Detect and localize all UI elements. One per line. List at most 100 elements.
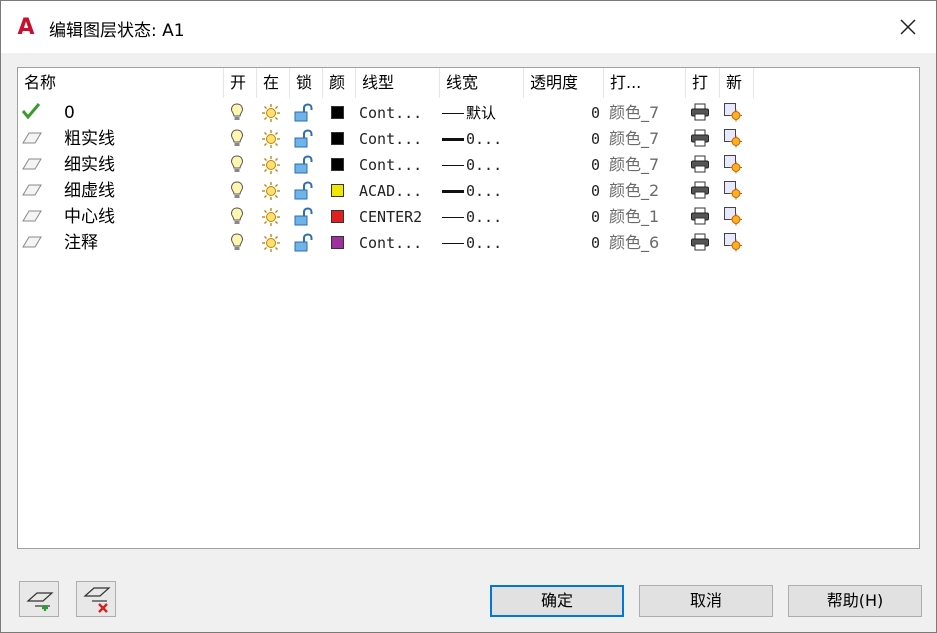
transparency-value[interactable]: 0	[578, 100, 600, 126]
color-swatch[interactable]	[331, 210, 344, 223]
lineweight-value: 0...	[466, 156, 503, 174]
sun-thaw-icon[interactable]	[261, 233, 281, 259]
layer-name[interactable]: 粗实线	[64, 126, 115, 152]
cancel-button[interactable]: 取消	[639, 585, 773, 617]
lightbulb-on-icon[interactable]	[230, 102, 244, 128]
linetype-value[interactable]: Cont...	[359, 152, 422, 178]
plot-style-value[interactable]: 颜色_1	[609, 204, 659, 230]
column-header-lock[interactable]: 锁	[290, 68, 323, 98]
transparency-value[interactable]: 0	[578, 230, 600, 256]
layer-name[interactable]: 注释	[64, 230, 98, 256]
new-vp-freeze-icon[interactable]	[723, 206, 743, 232]
column-header-color[interactable]: 颜	[323, 68, 356, 98]
lineweight-cell[interactable]: 0...	[442, 178, 502, 204]
plot-style-value[interactable]: 颜色_7	[609, 100, 659, 126]
printer-icon[interactable]	[690, 154, 710, 180]
color-swatch[interactable]	[331, 132, 344, 145]
transparency-value[interactable]: 0	[578, 204, 600, 230]
linetype-value[interactable]: CENTER2	[359, 204, 422, 230]
lineweight-value: 0...	[466, 208, 503, 226]
transparency-value[interactable]: 0	[578, 126, 600, 152]
new-vp-freeze-icon[interactable]	[723, 154, 743, 180]
layer-status-icon	[21, 153, 43, 179]
column-header-freeze[interactable]: 在	[257, 68, 290, 98]
ok-button[interactable]: 确定	[490, 585, 624, 617]
color-swatch[interactable]	[331, 158, 344, 171]
transparency-value[interactable]: 0	[578, 178, 600, 204]
layer-name[interactable]: 中心线	[64, 204, 115, 230]
lightbulb-on-icon[interactable]	[230, 206, 244, 232]
lightbulb-on-icon[interactable]	[230, 154, 244, 180]
window-title: 编辑图层状态: A1	[49, 21, 185, 41]
layer-list[interactable]: 名称 开 在 锁 颜 线型 线宽 透明度 打... 打 新 0 Cont... 默认…	[17, 67, 920, 549]
column-header-plot[interactable]: 打	[686, 68, 720, 98]
plot-style-value[interactable]: 颜色_7	[609, 152, 659, 178]
linetype-value[interactable]: Cont...	[359, 230, 422, 256]
remove-layer-button[interactable]	[76, 581, 116, 617]
color-swatch[interactable]	[331, 184, 344, 197]
layer-status-icon	[21, 127, 43, 153]
edit-layer-state-dialog: A 编辑图层状态: A1 名称 开 在 锁 颜 线型 线宽 透明度 打... 打…	[0, 0, 937, 633]
lightbulb-on-icon[interactable]	[230, 128, 244, 154]
column-header-lineweight[interactable]: 线宽	[440, 68, 524, 98]
lineweight-value: 默认	[466, 104, 497, 122]
layer-add-icon	[26, 592, 54, 611]
plot-style-value[interactable]: 颜色_6	[609, 230, 659, 256]
column-header-new-vp-freeze[interactable]: 新	[720, 68, 754, 98]
lineweight-cell[interactable]: 0...	[442, 230, 502, 256]
lightbulb-on-icon[interactable]	[230, 180, 244, 206]
close-icon[interactable]	[894, 13, 922, 41]
plot-style-value[interactable]: 颜色_2	[609, 178, 659, 204]
lineweight-cell[interactable]: 默认	[442, 100, 496, 126]
lineweight-sample	[442, 217, 464, 218]
layer-status-icon	[21, 231, 43, 257]
lightbulb-on-icon[interactable]	[230, 232, 244, 258]
column-header-name[interactable]: 名称	[18, 68, 224, 98]
layer-row[interactable]: 注释 Cont... 0... 0 颜色_6	[18, 230, 918, 256]
column-header-linetype[interactable]: 线型	[356, 68, 440, 98]
column-header-on[interactable]: 开	[224, 68, 257, 98]
printer-icon[interactable]	[690, 128, 710, 154]
new-vp-freeze-icon[interactable]	[723, 232, 743, 258]
linetype-value[interactable]: Cont...	[359, 100, 422, 126]
column-header-plot-style[interactable]: 打...	[604, 68, 686, 98]
layer-row[interactable]: 0 Cont... 默认 0 颜色_7	[18, 100, 918, 126]
lineweight-sample	[442, 243, 464, 244]
transparency-value[interactable]: 0	[578, 152, 600, 178]
layer-row[interactable]: 中心线 CENTER2 0... 0 颜色_1	[18, 204, 918, 230]
plot-style-value[interactable]: 颜色_7	[609, 126, 659, 152]
column-header-transparency[interactable]: 透明度	[524, 68, 604, 98]
lineweight-sample	[442, 113, 464, 114]
printer-icon[interactable]	[690, 180, 710, 206]
current-layer-check-icon	[21, 101, 41, 127]
lineweight-cell[interactable]: 0...	[442, 204, 502, 230]
layer-status-icon	[21, 179, 43, 205]
new-vp-freeze-icon[interactable]	[723, 180, 743, 206]
lineweight-sample	[442, 165, 464, 166]
color-swatch[interactable]	[331, 106, 344, 119]
layer-row[interactable]: 粗实线 Cont... 0... 0 颜色_7	[18, 126, 918, 152]
layer-delete-icon	[83, 587, 111, 613]
import-layer-button[interactable]	[19, 581, 59, 617]
layer-name[interactable]: 0	[64, 100, 75, 126]
layer-name[interactable]: 细实线	[64, 152, 115, 178]
svg-text:A: A	[17, 15, 34, 38]
lineweight-cell[interactable]: 0...	[442, 126, 502, 152]
lineweight-value: 0...	[466, 182, 503, 200]
unlock-icon[interactable]	[293, 233, 313, 259]
lineweight-sample	[442, 190, 464, 193]
layer-name[interactable]: 细虚线	[64, 178, 115, 204]
printer-icon[interactable]	[690, 206, 710, 232]
color-swatch[interactable]	[331, 236, 344, 249]
printer-icon[interactable]	[690, 102, 710, 128]
new-vp-freeze-icon[interactable]	[723, 128, 743, 154]
linetype-value[interactable]: ACAD...	[359, 178, 422, 204]
linetype-value[interactable]: Cont...	[359, 126, 422, 152]
layer-row[interactable]: 细虚线 ACAD... 0... 0 颜色_2	[18, 178, 918, 204]
lineweight-value: 0...	[466, 234, 503, 252]
help-button[interactable]: 帮助(H)	[788, 585, 922, 617]
new-vp-freeze-icon[interactable]	[723, 102, 743, 128]
printer-icon[interactable]	[690, 232, 710, 258]
layer-row[interactable]: 细实线 Cont... 0... 0 颜色_7	[18, 152, 918, 178]
lineweight-cell[interactable]: 0...	[442, 152, 502, 178]
